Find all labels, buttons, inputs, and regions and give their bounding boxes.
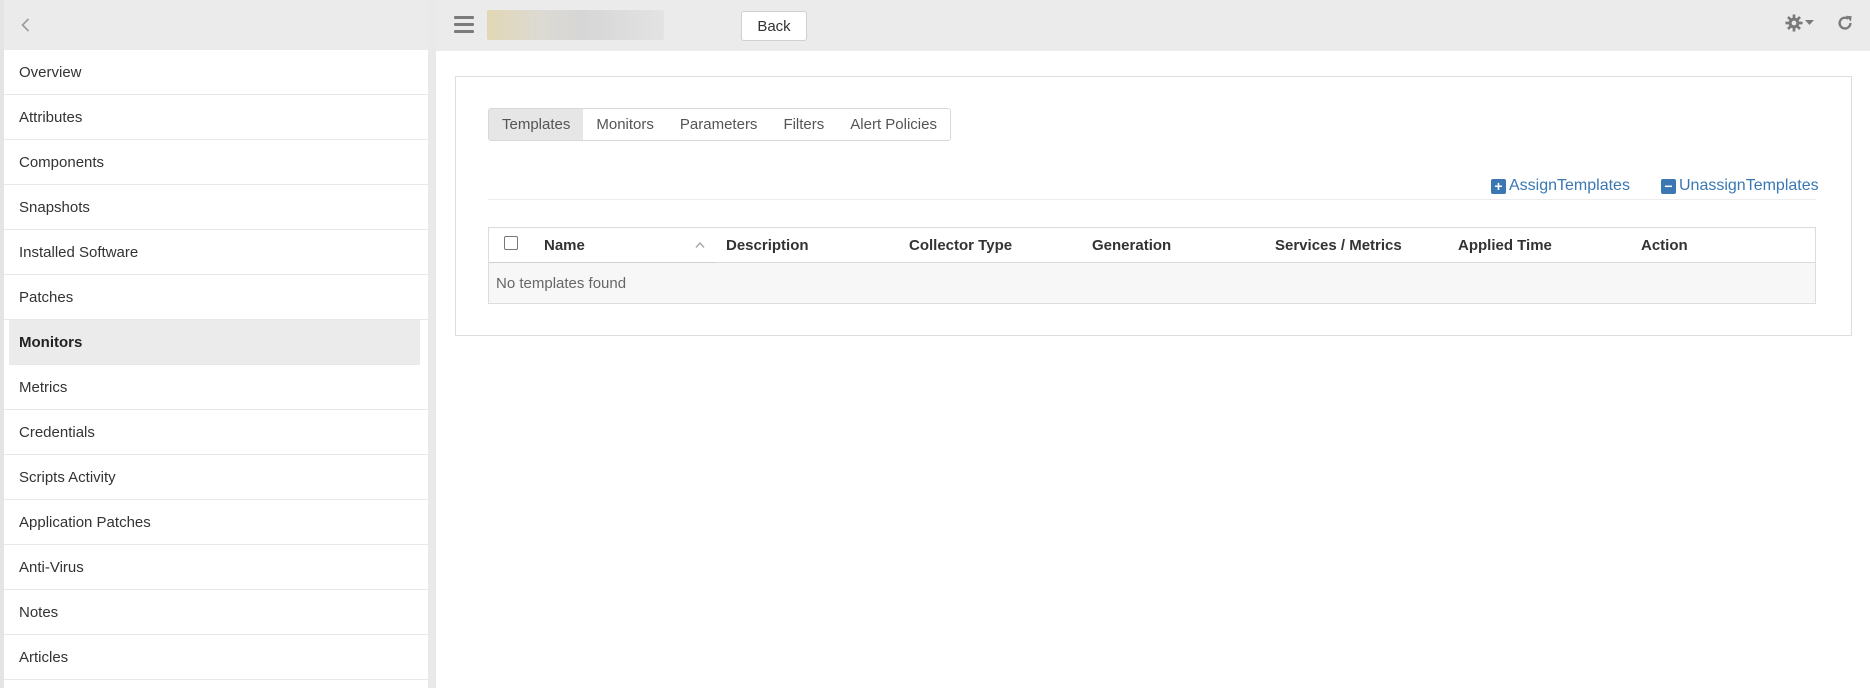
column-header-generation[interactable]: Generation <box>1092 228 1171 263</box>
settings-dropdown-button[interactable] <box>1785 14 1814 32</box>
sidebar-item-notes[interactable]: Notes <box>4 590 428 635</box>
sidebar-item-label: Overview <box>19 63 82 81</box>
sidebar-nav: Overview Attributes Components Snapshots… <box>4 50 428 680</box>
sidebar-item-installed-software[interactable]: Installed Software <box>4 230 428 275</box>
main-content: Back Templates Monitors Parameters Filte… <box>436 0 1870 688</box>
tab-filters[interactable]: Filters <box>770 109 838 140</box>
select-all-checkbox[interactable] <box>504 236 518 250</box>
column-header-collector-type[interactable]: Collector Type <box>909 228 1012 263</box>
sorted-column-indicator <box>489 262 717 263</box>
sidebar-item-metrics[interactable]: Metrics <box>4 365 428 410</box>
sidebar-divider[interactable] <box>428 0 436 688</box>
tab-monitors[interactable]: Monitors <box>583 109 667 140</box>
chevron-left-icon[interactable] <box>18 17 34 33</box>
sidebar-item-anti-virus[interactable]: Anti-Virus <box>4 545 428 590</box>
unassign-templates-label: UnassignTemplates <box>1679 177 1819 194</box>
sidebar-item-label: Metrics <box>19 378 68 396</box>
back-button[interactable]: Back <box>741 11 807 41</box>
empty-table-message: No templates found <box>489 263 1815 303</box>
sidebar-item-attributes[interactable]: Attributes <box>4 95 428 140</box>
sidebar-item-patches[interactable]: Patches <box>4 275 428 320</box>
table-header: Name Description Collector Type Generati… <box>489 228 1815 263</box>
sidebar-item-label: Monitors <box>19 333 83 351</box>
sidebar-item-label: Scripts Activity <box>19 468 116 486</box>
sidebar-item-label: Notes <box>19 603 59 621</box>
actions-row: + AssignTemplates − UnassignTemplates <box>488 174 1819 200</box>
assign-templates-label: AssignTemplates <box>1509 177 1630 194</box>
sort-ascending-icon[interactable] <box>695 241 705 249</box>
sidebar-item-overview[interactable]: Overview <box>4 50 428 95</box>
tab-bar: Templates Monitors Parameters Filters Al… <box>488 108 951 141</box>
column-header-services-metrics[interactable]: Services / Metrics <box>1275 228 1402 263</box>
tab-alert-policies[interactable]: Alert Policies <box>837 109 950 140</box>
sidebar-item-label: Installed Software <box>19 243 139 261</box>
hamburger-menu-icon[interactable] <box>454 16 474 34</box>
column-header-action: Action <box>1641 237 1688 254</box>
sidebar-item-application-patches[interactable]: Application Patches <box>4 500 428 545</box>
tab-templates[interactable]: Templates <box>489 109 584 140</box>
sidebar-item-scripts-activity[interactable]: Scripts Activity <box>4 455 428 500</box>
tab-parameters[interactable]: Parameters <box>666 109 771 140</box>
sidebar-item-label: Patches <box>19 288 74 306</box>
unassign-templates-link[interactable]: − UnassignTemplates <box>1661 177 1819 195</box>
sidebar-item-label: Components <box>19 153 105 171</box>
column-header-description[interactable]: Description <box>726 228 809 263</box>
sidebar-item-label: Anti-Virus <box>19 558 84 576</box>
sidebar-item-components[interactable]: Components <box>4 140 428 185</box>
sidebar-item-articles[interactable]: Articles <box>4 635 428 680</box>
redacted-device-title <box>487 10 664 40</box>
assign-templates-link[interactable]: + AssignTemplates <box>1491 177 1630 195</box>
templates-panel: Templates Monitors Parameters Filters Al… <box>455 76 1852 336</box>
sidebar-item-credentials[interactable]: Credentials <box>4 410 428 455</box>
plus-square-icon: + <box>1491 178 1506 194</box>
sidebar-item-label: Application Patches <box>19 513 151 531</box>
topbar: Back <box>436 0 1870 51</box>
templates-table: Name Description Collector Type Generati… <box>488 227 1816 304</box>
gear-icon <box>1785 14 1803 32</box>
column-header-applied-time[interactable]: Applied Time <box>1458 228 1552 263</box>
sidebar-item-label: Articles <box>19 648 69 666</box>
sidebar-item-label: Snapshots <box>19 198 90 216</box>
refresh-icon[interactable] <box>1836 14 1854 32</box>
sidebar-item-label: Attributes <box>19 108 83 126</box>
caret-down-icon <box>1805 20 1814 25</box>
sidebar-item-monitors[interactable]: Monitors <box>9 320 420 365</box>
sidebar-item-snapshots[interactable]: Snapshots <box>4 185 428 230</box>
sidebar-item-label: Credentials <box>19 423 95 441</box>
minus-square-icon: − <box>1661 178 1676 194</box>
column-header-name[interactable]: Name <box>544 228 585 263</box>
sidebar-header <box>4 0 428 50</box>
sidebar: Overview Attributes Components Snapshots… <box>4 0 428 688</box>
